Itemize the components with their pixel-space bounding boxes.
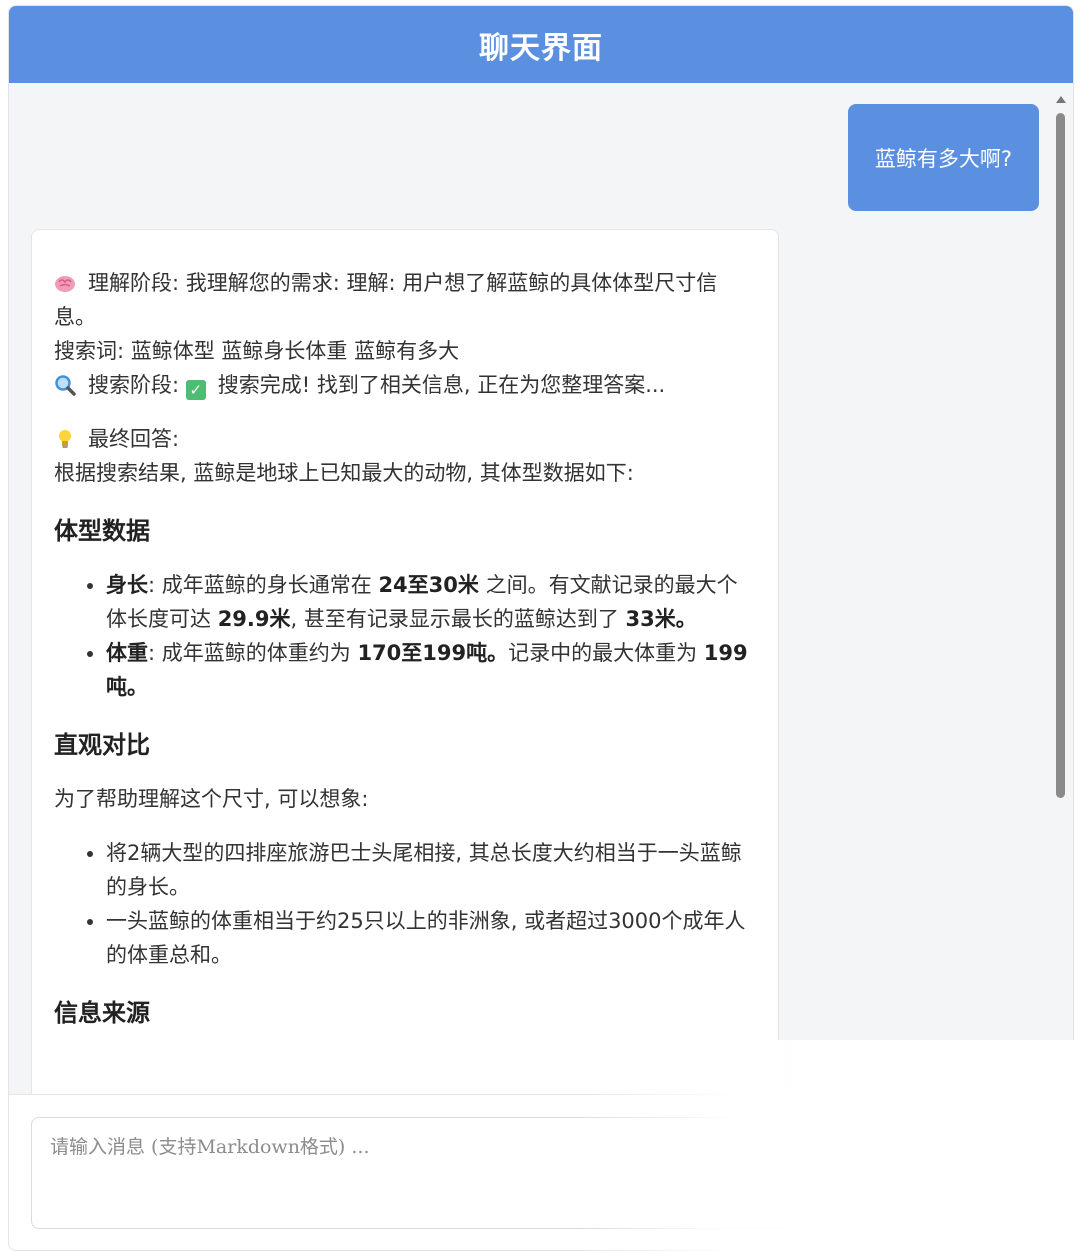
message-input[interactable]: [31, 1117, 1041, 1229]
weight-text-1: : 成年蓝鲸的体重约为: [148, 641, 358, 665]
page-title: 聊天界面: [9, 6, 1073, 83]
answer-intro: 根据搜索结果, 蓝鲸是地球上已知最大的动物, 其体型数据如下:: [54, 461, 634, 485]
list-item: 一头蓝鲸的体重相当于约25只以上的非洲象, 或者超过3000个成年人的体重总和。: [106, 904, 756, 972]
check-icon: ✓: [185, 380, 206, 400]
search-label: 搜索阶段:: [88, 373, 180, 397]
compare-list: 将2辆大型的四排座旅游巴士头尾相接, 其总长度大约相当于一头蓝鲸的身长。 一头蓝…: [54, 836, 756, 972]
list-item: 体重: 成年蓝鲸的体重约为 170至199吨。记录中的最大体重为 199吨。: [106, 636, 756, 704]
section-title-compare: 直观对比: [54, 731, 150, 759]
weight-label: 体重: [106, 641, 148, 665]
search-text: 搜索完成! 找到了相关信息, 正在为您整理答案...: [217, 373, 666, 397]
section-title-size: 体型数据: [54, 517, 150, 545]
user-message: 蓝鲸有多大啊?: [848, 104, 1039, 211]
weight-range: 170至199吨。: [357, 641, 509, 665]
final-answer-label: 最终回答:: [88, 427, 180, 451]
length-text-1: : 成年蓝鲸的身长通常在: [148, 573, 379, 597]
length-max: 33米。: [625, 607, 697, 631]
search-line: 搜索阶段: ✓ 搜索完成! 找到了相关信息, 正在为您整理答案...: [54, 368, 756, 402]
understanding-label: 理解阶段:: [88, 271, 180, 295]
list-item: 身长: 成年蓝鲸的身长通常在 24至30米 之间。有文献记录的最大个体长度可达 …: [106, 568, 756, 636]
chat-window: 聊天界面 蓝鲸有多大啊? 理解阶段: 我理解您的需求: 理解: 用户想了解蓝鲸的…: [8, 5, 1074, 1251]
lightbulb-icon: [59, 430, 71, 448]
compare-intro: 为了帮助理解这个尺寸, 可以想象:: [54, 787, 369, 811]
brain-icon: [55, 276, 75, 292]
length-label: 身长: [106, 573, 148, 597]
scroll-thumb[interactable]: [1056, 113, 1065, 798]
length-record: 29.9米: [217, 607, 291, 631]
assistant-message: 理解阶段: 我理解您的需求: 理解: 用户想了解蓝鲸的具体体型尺寸信息。 搜索词…: [31, 229, 779, 1094]
list-item: 将2辆大型的四排座旅游巴士头尾相接, 其总长度大约相当于一头蓝鲸的身长。: [106, 836, 756, 904]
final-answer-line: 最终回答:: [54, 422, 756, 456]
size-list: 身长: 成年蓝鲸的身长通常在 24至30米 之间。有文献记录的最大个体长度可达 …: [54, 568, 756, 704]
length-text-3: , 甚至有记录显示最长的蓝鲸达到了: [290, 607, 626, 631]
understanding-line: 理解阶段: 我理解您的需求: 理解: 用户想了解蓝鲸的具体体型尺寸信息。: [54, 266, 756, 334]
keywords-line: 搜索词: 蓝鲸体型 蓝鲸身长体重 蓝鲸有多大: [54, 339, 460, 363]
scroll-up-arrow-icon[interactable]: [1056, 96, 1066, 103]
weight-text-2: 记录中的最大体重为: [508, 641, 704, 665]
message-list[interactable]: 蓝鲸有多大啊? 理解阶段: 我理解您的需求: 理解: 用户想了解蓝鲸的具体体型尺…: [9, 84, 1049, 1094]
length-range: 24至30米: [378, 573, 479, 597]
composer: [9, 1094, 1073, 1250]
section-title-sources: 信息来源: [54, 999, 150, 1027]
chat-scrollbar[interactable]: [1055, 96, 1067, 1096]
magnifier-icon: [55, 375, 76, 396]
